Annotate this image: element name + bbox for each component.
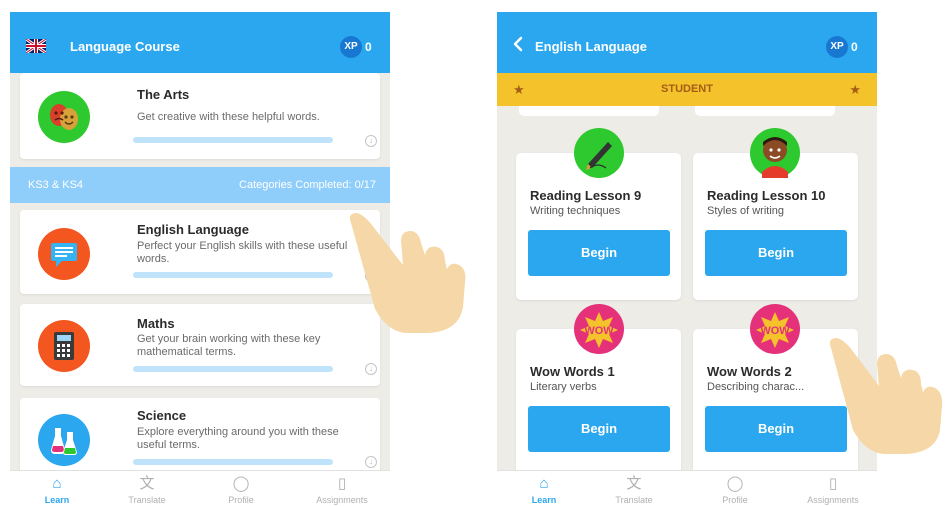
category-description: Perfect your English skills with these u…	[137, 240, 348, 265]
lesson-subtitle: Writing techniques	[530, 205, 621, 217]
nav-translate[interactable]: 文 Translate	[112, 475, 182, 505]
card-peek	[519, 106, 659, 116]
progress-bar	[133, 272, 333, 278]
tap-hand-icon	[825, 330, 950, 460]
english-language-screen: English Language XP 0 ★ STUDENT ★ Readin…	[497, 12, 877, 506]
wow-badge-icon: WOW	[750, 304, 800, 354]
bottom-nav: ⌂ Learn 文 Translate ◯ Profile ▯ Assignme…	[10, 470, 390, 506]
lesson-title: Reading Lesson 9	[530, 188, 642, 203]
category-description: Get creative with these helpful words.	[137, 111, 320, 123]
nav-profile[interactable]: ◯ Profile	[206, 475, 276, 505]
flasks-icon	[38, 414, 90, 466]
star-icon: ★	[513, 82, 525, 97]
bottom-nav: ⌂ Learn 文 Translate ◯ Profile ▯ Assignme…	[497, 470, 877, 506]
student-bar: ★ STUDENT ★	[497, 73, 877, 106]
begin-button[interactable]: Begin	[528, 406, 670, 452]
nav-label: Translate	[128, 495, 166, 505]
category-card-maths[interactable]: Maths Get your brain working with these …	[20, 304, 380, 386]
profile-icon: ◯	[726, 475, 744, 492]
lesson-title: Wow Words 2	[707, 364, 792, 379]
download-icon[interactable]: ↓	[365, 363, 377, 375]
nav-label: Assignments	[316, 495, 368, 505]
download-icon[interactable]: ↓	[365, 456, 377, 468]
nav-label: Learn	[44, 495, 70, 505]
translate-icon: 文	[626, 475, 642, 492]
page-title: English Language	[535, 39, 647, 54]
nav-translate[interactable]: 文 Translate	[599, 475, 669, 505]
category-title: English Language	[137, 222, 249, 237]
xp-value: 0	[851, 40, 858, 54]
category-title: Science	[137, 408, 187, 423]
nav-label: Translate	[615, 495, 653, 505]
category-card-english-language[interactable]: English Language Perfect your English sk…	[20, 210, 380, 294]
category-card-science[interactable]: Science Explore everything around you wi…	[20, 398, 380, 480]
chat-bubble-icon	[38, 228, 90, 280]
translate-icon: 文	[139, 475, 155, 492]
lesson-subtitle: Literary verbs	[530, 381, 597, 393]
theatre-masks-icon	[38, 91, 90, 143]
card-peek	[695, 106, 835, 116]
language-course-screen: Language Course XP 0 The Arts Get creati…	[10, 12, 390, 506]
wow-badge-icon: WOW	[574, 304, 624, 354]
lesson-title: Reading Lesson 10	[707, 188, 826, 203]
begin-button[interactable]: Begin	[528, 230, 670, 276]
download-icon[interactable]: ↓	[365, 135, 377, 147]
student-label: STUDENT	[661, 83, 713, 95]
book-icon: ▯	[337, 475, 347, 492]
progress-bar	[133, 137, 333, 143]
boy-avatar-icon	[750, 128, 800, 178]
nav-label: Profile	[722, 495, 748, 505]
app-header: Language Course XP 0	[10, 12, 390, 73]
uk-flag-icon	[26, 39, 46, 53]
xp-badge: XP	[826, 36, 848, 58]
section-bar: KS3 & KS4 Categories Completed: 0/17	[10, 167, 390, 203]
category-card-the-arts[interactable]: The Arts Get creative with these helpful…	[20, 73, 380, 159]
nav-learn[interactable]: ⌂ Learn	[509, 475, 579, 505]
nav-assignments[interactable]: ▯ Assignments	[307, 475, 377, 505]
section-level: KS3 & KS4	[28, 179, 84, 191]
page-title: Language Course	[70, 39, 180, 54]
app-header: English Language XP 0	[497, 12, 877, 73]
book-icon: ▯	[828, 475, 838, 492]
nav-assignments[interactable]: ▯ Assignments	[798, 475, 868, 505]
home-icon: ⌂	[539, 475, 549, 492]
profile-icon: ◯	[232, 475, 250, 492]
category-description: Explore everything around you with these…	[137, 426, 339, 451]
category-description: Get your brain working with these key ma…	[137, 333, 321, 358]
tap-hand-icon	[345, 205, 485, 340]
svg-text:WOW: WOW	[584, 325, 614, 337]
categories-completed: Categories Completed: 0/17	[239, 179, 376, 191]
nav-profile[interactable]: ◯ Profile	[700, 475, 770, 505]
calculator-icon	[38, 320, 90, 372]
nav-label: Learn	[531, 495, 557, 505]
lesson-subtitle: Describing charac...	[707, 381, 805, 393]
nav-label: Profile	[228, 495, 254, 505]
pen-icon	[574, 128, 624, 178]
home-icon: ⌂	[52, 475, 62, 492]
xp-badge: XP	[340, 36, 362, 58]
category-title: The Arts	[137, 87, 190, 102]
lesson-title: Wow Words 1	[530, 364, 615, 379]
star-icon: ★	[849, 82, 861, 97]
nav-learn[interactable]: ⌂ Learn	[22, 475, 92, 505]
progress-bar	[133, 366, 333, 372]
svg-text:WOW: WOW	[760, 325, 790, 337]
lesson-subtitle: Styles of writing	[707, 205, 785, 217]
nav-label: Assignments	[807, 495, 859, 505]
progress-bar	[133, 459, 333, 465]
begin-button[interactable]: Begin	[705, 230, 847, 276]
xp-value: 0	[365, 40, 372, 54]
category-title: Maths	[137, 316, 175, 331]
back-chevron-icon[interactable]	[513, 36, 523, 52]
